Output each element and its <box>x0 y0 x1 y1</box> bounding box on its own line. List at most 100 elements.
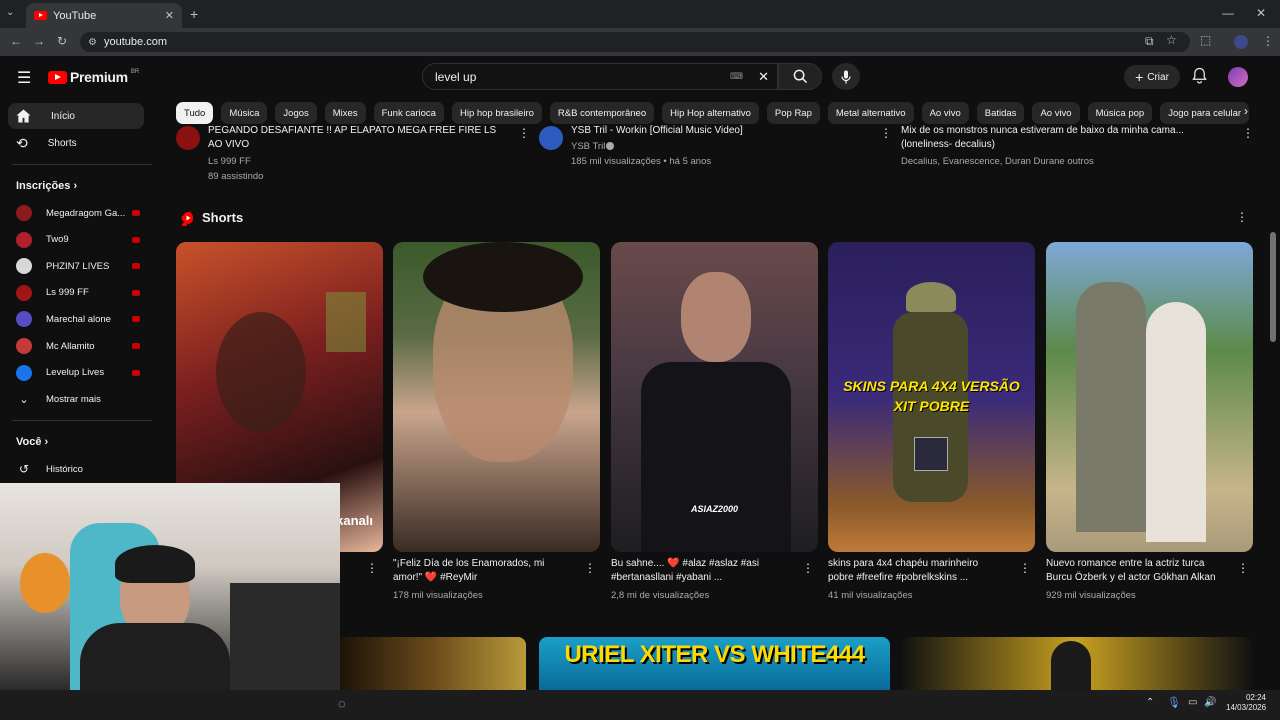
window-close-icon[interactable]: ✕ <box>1256 6 1266 20</box>
search-input[interactable]: level up ⌨ ✕ <box>422 63 778 90</box>
address-bar[interactable]: ⚙ youtube.com <box>80 32 1190 52</box>
clear-search-icon[interactable]: ✕ <box>758 69 769 85</box>
filter-chip[interactable]: Jogo para celular <box>1160 102 1250 124</box>
filter-chip[interactable]: R&B contemporâneo <box>549 102 655 124</box>
filter-chip[interactable]: Tudo <box>176 102 214 124</box>
more-options-icon[interactable]: ⋮ <box>1237 561 1249 575</box>
subscription-item[interactable]: Two9 <box>16 230 146 250</box>
sidebar-item-history[interactable]: ↺ Histórico <box>16 459 146 479</box>
short-title[interactable]: "¡Feliz Día de los Enamorados, mi amor!"… <box>393 557 563 585</box>
short-thumbnail[interactable] <box>393 242 600 552</box>
subscription-item[interactable]: Mc Allamito <box>16 336 146 356</box>
channel-avatar[interactable] <box>539 126 563 150</box>
you-heading[interactable]: Você › <box>16 436 48 448</box>
video-thumbnail[interactable]: URIEL XITER VS WHITE444 <box>539 637 890 690</box>
tray-clock[interactable]: 02:24 14/03/2026 <box>1226 693 1266 713</box>
short-thumbnail[interactable]: ASIAZ2000 <box>611 242 818 552</box>
subscription-item[interactable]: Ls 999 FF <box>16 283 146 303</box>
live-indicator-icon <box>132 289 140 296</box>
video-channel[interactable]: YSB Tril <box>571 141 605 152</box>
filter-chip[interactable]: Jogos <box>275 102 317 124</box>
keyboard-icon[interactable]: ⌨ <box>730 71 743 82</box>
forward-icon[interactable]: → <box>33 34 45 48</box>
video-channel[interactable]: Ls 999 FF <box>208 156 251 167</box>
video-meta: 185 mil visualizações • há 5 anos <box>571 156 712 167</box>
shorts-heading: Shorts <box>202 210 244 225</box>
filter-chip[interactable]: Mixes <box>324 102 366 124</box>
filter-chip[interactable]: Hip Hop alternativo <box>662 102 759 124</box>
filter-chip[interactable]: Música pop <box>1087 102 1153 124</box>
tab-search-icon[interactable]: ⌄ <box>6 7 20 21</box>
account-avatar[interactable] <box>1228 67 1248 87</box>
shorts-icon: ⟲ <box>16 134 28 151</box>
install-app-icon[interactable]: ⧉ <box>1145 34 1154 49</box>
video-channel[interactable]: Decalius, Evanescence, Duran Durane outr… <box>901 156 1094 167</box>
video-title[interactable]: Mix de os monstros nunca estiveram de ba… <box>901 124 1221 152</box>
back-icon[interactable]: ← <box>10 34 22 48</box>
tray-volume-icon[interactable]: 🔊 <box>1204 697 1216 708</box>
more-options-icon[interactable]: ⋮ <box>366 561 378 575</box>
filter-chip[interactable]: Metal alternativo <box>827 102 914 124</box>
page-scrollbar[interactable] <box>1270 232 1276 342</box>
filter-chip[interactable]: Funk carioca <box>373 102 444 124</box>
video-title[interactable]: YSB Tril - Workin [Official Music Video] <box>571 124 871 138</box>
subscriptions-heading[interactable]: Inscrições › <box>16 180 77 192</box>
more-options-icon[interactable]: ⋮ <box>1019 561 1031 575</box>
short-title[interactable]: Bu sahne.... ❤️ #alaz #aslaz #asi #berta… <box>611 557 781 585</box>
voice-search-button[interactable] <box>832 63 860 90</box>
filter-chip[interactable]: Batidas <box>976 102 1025 124</box>
browser-menu-icon[interactable]: ⋮ <box>1262 34 1274 48</box>
search-button[interactable] <box>778 63 822 90</box>
filter-chip[interactable]: Hip hop brasileiro <box>451 102 542 124</box>
bookmark-star-icon[interactable]: ☆ <box>1166 33 1177 47</box>
live-indicator-icon <box>132 263 140 270</box>
more-options-icon[interactable]: ⋮ <box>802 561 814 575</box>
reload-icon[interactable]: ↻ <box>57 34 67 48</box>
browser-tab[interactable]: YouTube ✕ <box>26 3 182 28</box>
extensions-icon[interactable]: ⬚ <box>1200 33 1211 47</box>
subscription-name: Two9 <box>46 234 69 246</box>
hamburger-menu-icon[interactable]: ☰ <box>17 68 31 88</box>
short-thumbnail[interactable] <box>1046 242 1253 552</box>
tab-close-icon[interactable]: ✕ <box>165 9 174 22</box>
sidebar-item-home[interactable]: Início <box>8 103 144 129</box>
short-title[interactable]: Nuevo romance entre la actriz turca Burc… <box>1046 557 1216 585</box>
show-more-button[interactable]: ⌄ Mostrar mais <box>16 389 146 409</box>
chips-next-icon[interactable]: › <box>1244 104 1248 118</box>
subscription-name: Levelup Lives <box>46 367 105 379</box>
youtube-logo[interactable]: Premium BR <box>48 69 139 85</box>
profile-icon[interactable] <box>1234 35 1248 49</box>
sidebar-item-label: Início <box>51 110 75 122</box>
filter-chip[interactable]: Ao vivo <box>1032 102 1080 124</box>
filter-chip[interactable]: Pop Rap <box>766 102 820 124</box>
create-button[interactable]: + Criar <box>1124 65 1180 89</box>
subscription-item[interactable]: Marechal alone <box>16 309 146 329</box>
video-thumbnail[interactable] <box>338 637 526 690</box>
subscription-item[interactable]: Megadragom Ga... <box>16 203 146 223</box>
more-options-icon[interactable]: ⋮ <box>584 561 596 575</box>
more-options-icon[interactable]: ⋮ <box>1242 126 1254 140</box>
subscription-item[interactable]: PHZIN7 LIVES <box>16 256 146 276</box>
tray-display-icon[interactable]: ▭ <box>1188 697 1197 708</box>
more-options-icon[interactable]: ⋮ <box>518 126 530 140</box>
short-thumbnail[interactable]: SKINS PARA 4X4 VERSÃO XIT POBRE <box>828 242 1035 552</box>
bell-icon <box>1192 67 1207 84</box>
filter-chip[interactable]: Ao vivo <box>921 102 969 124</box>
filter-chip[interactable]: Música <box>221 102 268 124</box>
more-options-icon[interactable]: ⋮ <box>880 126 892 140</box>
notifications-button[interactable] <box>1192 67 1207 89</box>
sidebar-item-label: Shorts <box>47 137 77 149</box>
live-indicator-icon <box>132 343 140 349</box>
tray-chevron-icon[interactable]: ⌃ <box>1146 697 1154 708</box>
new-tab-button[interactable]: + <box>190 6 198 22</box>
minimize-icon[interactable]: — <box>1222 6 1234 20</box>
short-title[interactable]: skins para 4x4 chapéu marinheiro pobre #… <box>828 557 998 585</box>
sidebar-item-shorts[interactable]: ⟲ Shorts <box>8 130 144 156</box>
channel-avatar[interactable] <box>176 126 200 150</box>
tray-mic-icon[interactable]: 🎙 <box>1167 696 1181 709</box>
video-thumbnail[interactable] <box>901 637 1252 690</box>
site-info-icon[interactable]: ⚙ <box>88 37 97 48</box>
subscription-item[interactable]: Levelup Lives <box>16 363 146 383</box>
video-title[interactable]: PEGANDO DESAFIANTE !! AP ELAPATO MEGA FR… <box>208 124 508 152</box>
shorts-more-icon[interactable]: ⋮ <box>1236 210 1248 224</box>
